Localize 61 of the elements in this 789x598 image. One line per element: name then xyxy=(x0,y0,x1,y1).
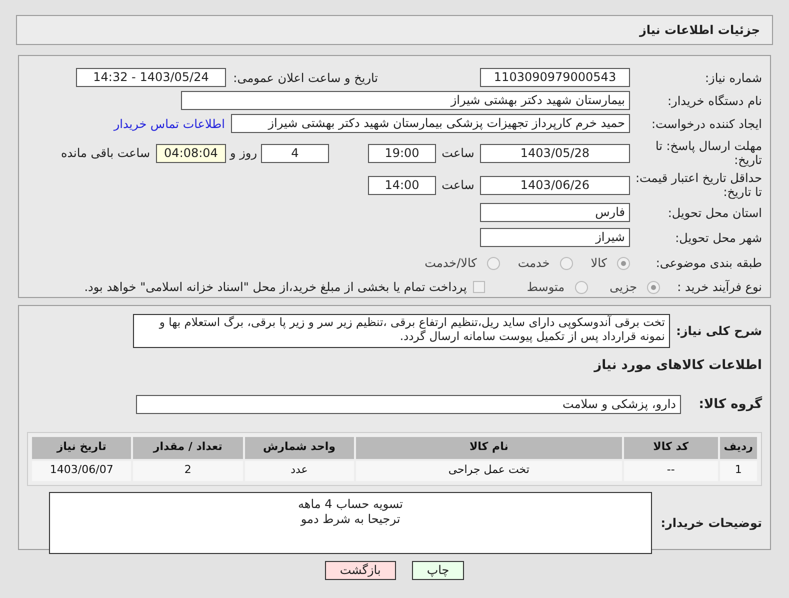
column-header: واحد شمارش xyxy=(244,436,354,458)
field-label: مهلت ارسال پاسخ: تا تاریخ: xyxy=(654,139,762,167)
table-cell: 2 xyxy=(133,460,243,480)
province-field[interactable]: فارس xyxy=(480,203,630,222)
city-field[interactable]: شیراز xyxy=(480,228,630,247)
radio-button[interactable] xyxy=(560,256,573,270)
column-header: ردیف xyxy=(720,436,757,458)
table-cell: 1403/06/07 xyxy=(32,460,132,480)
checkbox-label: پرداخت تمام یا بخشی از مبلغ خرید،از محل "اسناد خزانه اسلامی" خواهد بود. xyxy=(84,279,467,296)
deadline-time-field[interactable]: 19:00 xyxy=(368,144,436,162)
validity-time-field[interactable]: 14:00 xyxy=(368,176,436,194)
field-label: استان محل تحویل: xyxy=(668,204,762,222)
field-label: شماره نیاز: xyxy=(705,70,762,86)
remaining-label: ساعت باقی مانده xyxy=(60,145,150,162)
column-header: نام کالا xyxy=(356,436,622,458)
column-header: تاریخ نیاز xyxy=(32,436,132,458)
field-label: گروه کالا: xyxy=(698,395,762,414)
field-label: شرح کلی نیاز: xyxy=(676,323,762,340)
field-label: نوع فرآیند خرید : xyxy=(677,279,762,296)
radio-label: متوسط xyxy=(526,279,565,296)
deadline-date-field[interactable]: 1403/05/28 xyxy=(480,144,630,162)
description-textarea[interactable]: تخت برقی آندوسکوپی دارای ساید ریل،تنظیم ارتفاع برقی ،تنظیم زیر سر و زیر پا برقی، برگ استعلام بها و نمونه قرارداد پس از تکمیل پیوست سامانه ارسال گردد. xyxy=(133,314,670,348)
table-cell: 1 xyxy=(720,460,757,480)
radio-label: کالا xyxy=(590,255,607,272)
field-label: توضیحات خریدار: xyxy=(660,514,762,532)
time-label: ساعت xyxy=(442,177,474,194)
radio-button[interactable] xyxy=(617,256,630,270)
validity-date-field[interactable]: 1403/06/26 xyxy=(480,176,630,194)
announce-date-field[interactable]: 1403/05/24 - 14:32 xyxy=(76,68,226,87)
radio-label: خدمت xyxy=(518,255,550,272)
buyer-notes-textarea[interactable]: تسویه حساب 4 ماهه ترجیحا به شرط دمو xyxy=(49,492,652,554)
page-title: جزئیات اطلاعات نیاز xyxy=(639,22,760,39)
radio-button[interactable] xyxy=(574,280,588,294)
buyer-field[interactable]: بیمارستان شهید دکتر بهشتی شیراز xyxy=(181,91,630,110)
need-number-field[interactable]: 1103090979000543 xyxy=(480,68,630,87)
goods-group-field[interactable]: دارو، پزشکی و سلامت xyxy=(136,395,681,414)
field-label: نام دستگاه خریدار: xyxy=(668,92,762,110)
days-field[interactable]: 4 xyxy=(261,144,329,162)
field-label: ایجاد کننده درخواست: xyxy=(651,116,762,132)
buyer-contact-link[interactable]: اطلاعات تماس خریدار xyxy=(114,114,225,132)
requester-field[interactable]: حمید خرم کارپرداز تجهیزات پزشکی بیمارستان شهید دکتر بهشتی شیراز xyxy=(231,114,630,133)
section-heading: اطلاعات کالاهای مورد نیاز xyxy=(594,358,762,373)
print-button[interactable]: چاپ xyxy=(412,561,464,580)
radio-button[interactable] xyxy=(486,256,500,270)
field-label: حداقل تاریخ اعتبار قیمت: تا تاریخ: xyxy=(634,171,762,199)
checkbox[interactable] xyxy=(472,281,485,293)
radio-label: جزیی xyxy=(610,279,637,296)
time-label: ساعت xyxy=(442,145,474,162)
field-label: شهر محل تحویل: xyxy=(675,230,762,246)
radio-label: کالا/خدمت xyxy=(424,255,477,272)
column-header: تعداد / مقدار xyxy=(133,436,243,458)
table-cell: تخت عمل جراحی xyxy=(356,460,622,480)
field-label: تاریخ و ساعت اعلان عمومی: xyxy=(233,70,378,86)
radio-button[interactable] xyxy=(647,280,660,294)
column-header: کد کالا xyxy=(624,436,718,458)
remaining-time-field[interactable]: 04:08:04 xyxy=(156,144,226,162)
field-label: طبقه بندی موضوعی: xyxy=(656,255,762,272)
table-cell: عدد xyxy=(244,460,354,480)
days-label: روز و xyxy=(230,145,257,162)
back-button[interactable]: بازگشت xyxy=(324,561,396,580)
table-cell: -- xyxy=(624,460,718,480)
